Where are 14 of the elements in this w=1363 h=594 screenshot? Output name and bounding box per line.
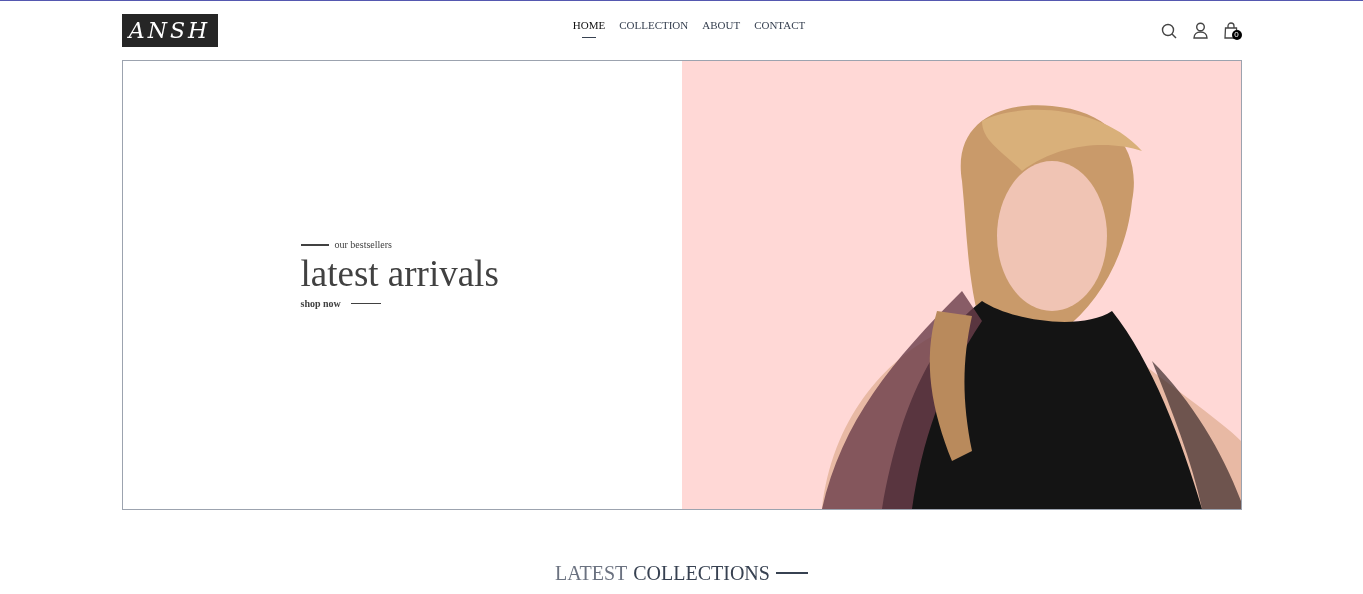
hero-eyebrow: our bestsellers: [334, 238, 392, 252]
nav-link[interactable]: HOME: [572, 16, 606, 39]
nav-link[interactable]: COLLECTION: [619, 16, 689, 39]
search-icon[interactable]: [1160, 22, 1177, 39]
shopping-bag-icon[interactable]: [1223, 21, 1238, 39]
shop-now-link[interactable]: shop now: [300, 296, 341, 311]
section-title-light: LATEST: [555, 561, 628, 586]
nav-link[interactable]: ABOUT: [702, 16, 741, 39]
user-icon[interactable]: [1192, 22, 1208, 39]
nav-link[interactable]: CONTACT: [754, 16, 806, 39]
section-title: COLLECTIONS: [633, 561, 770, 586]
logo[interactable]: ANSH: [121, 14, 218, 47]
cart-count-badge: 0: [1231, 29, 1242, 40]
hero-title: latest arrivals: [300, 252, 499, 296]
